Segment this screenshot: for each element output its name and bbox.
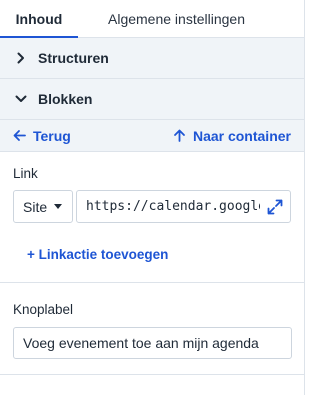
section-structuren[interactable]: Structuren <box>0 38 304 79</box>
link-label: Link <box>13 166 38 181</box>
section-blokken-label: Blokken <box>38 91 93 107</box>
tab-bar: Inhoud Algemene instellingen <box>0 0 304 38</box>
tab-inhoud[interactable]: Inhoud <box>0 0 78 38</box>
bottom-divider <box>0 374 304 375</box>
link-type-value: Site <box>23 198 48 215</box>
button-label-section: Knoplabel Voeg evenement toe aan mijn ag… <box>0 302 304 359</box>
back-link[interactable]: Terug <box>13 128 71 144</box>
block-editor: Link Site https://calendar.google.co + L… <box>0 166 304 262</box>
url-value: https://calendar.google.co <box>86 199 260 214</box>
to-container-link[interactable]: Naar container <box>173 128 291 144</box>
tab-algemene-instellingen[interactable]: Algemene instellingen <box>78 0 245 37</box>
button-label-label: Knoplabel <box>13 302 74 317</box>
url-input[interactable]: https://calendar.google.co <box>76 190 291 223</box>
button-label-input[interactable]: Voeg evenement toe aan mijn agenda <box>13 327 292 359</box>
add-link-action-button[interactable]: + Linkactie toevoegen <box>27 247 168 262</box>
link-type-select[interactable]: Site <box>13 190 73 223</box>
expand-icon[interactable] <box>266 198 284 216</box>
block-navigation: Terug Naar container <box>0 120 304 152</box>
arrow-up-icon <box>174 129 185 142</box>
divider <box>0 282 304 283</box>
link-field: Site https://calendar.google.co <box>13 190 291 223</box>
section-structuren-label: Structuren <box>38 50 109 66</box>
back-link-label: Terug <box>33 127 71 144</box>
arrow-left-icon <box>13 130 26 141</box>
caret-down-icon <box>54 204 63 209</box>
chevron-down-icon <box>15 95 27 102</box>
section-blokken[interactable]: Blokken <box>0 79 304 120</box>
chevron-right-icon <box>17 52 24 64</box>
to-container-label: Naar container <box>192 127 291 144</box>
